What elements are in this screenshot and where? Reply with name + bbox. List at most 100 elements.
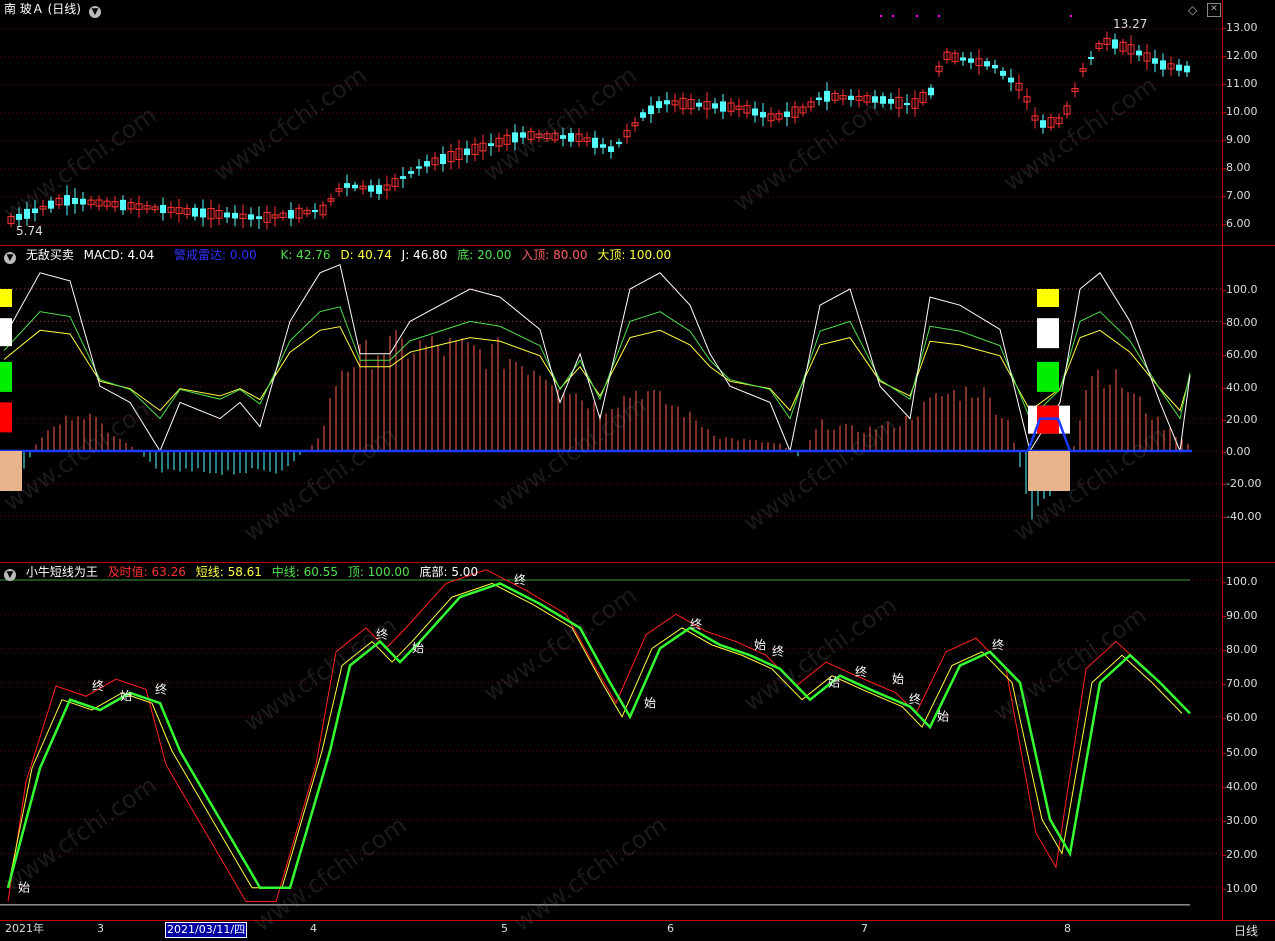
y-tick: 90.00 — [1222, 609, 1258, 622]
close-icon[interactable]: ✕ — [1207, 3, 1221, 17]
y-tick: 30.00 — [1222, 814, 1258, 827]
candle-body — [1040, 120, 1046, 128]
chevron-down-icon[interactable]: ▼ — [4, 569, 16, 581]
candle-body — [1152, 58, 1158, 64]
big-top-value: 大顶: 100.00 — [597, 248, 672, 262]
candle-body — [344, 183, 350, 188]
entry-top-value: 入顶: 80.00 — [521, 248, 588, 262]
candle-body — [968, 58, 974, 63]
base-value: 底部: 5.00 — [419, 565, 479, 579]
y-tick: -20.00 — [1221, 477, 1262, 490]
candle-body — [288, 210, 294, 219]
candle-body — [848, 95, 854, 100]
y-tick: 100.0 — [1222, 575, 1258, 588]
candle-body — [368, 185, 374, 192]
y-tick: 10.00 — [1222, 882, 1258, 895]
signal-block — [0, 289, 12, 307]
candle-body — [400, 176, 406, 179]
candle-body — [640, 112, 646, 118]
signal-mark: 终 — [376, 627, 388, 642]
candle-body — [464, 148, 470, 156]
candle-body — [824, 90, 830, 102]
signal-dot — [916, 15, 918, 17]
candle-body — [752, 108, 758, 116]
candle-body — [872, 96, 878, 103]
candle-body — [880, 96, 886, 104]
x-label-month: 8 — [1064, 922, 1071, 935]
candle-body — [24, 208, 30, 219]
price-panel-header: 南 玻Ａ (日线) ▼ — [4, 1, 107, 18]
candle-body — [1000, 70, 1006, 76]
signal-mark: 始 — [754, 638, 766, 652]
j-line — [3, 264, 1191, 453]
d-line — [3, 326, 1191, 412]
y-tick: 11.00 — [1222, 77, 1258, 90]
candle-body — [984, 61, 990, 67]
x-label-month: 7 — [861, 922, 868, 935]
period-label[interactable]: 日线 — [1234, 922, 1258, 939]
short-line-header: ▼ 小牛短线为王 及时值: 63.26 短线: 58.61 中线: 60.55 … — [4, 564, 484, 581]
candle-body — [200, 208, 206, 218]
candle-body — [960, 57, 966, 61]
x-label-month: 3 — [97, 922, 104, 935]
candle-body — [1136, 50, 1142, 56]
candle-body — [376, 185, 382, 194]
macd-value: MACD: 4.04 — [83, 248, 155, 262]
signal-block — [1037, 318, 1059, 349]
chevron-down-icon[interactable]: ▼ — [89, 6, 101, 18]
mid-line-value: 中线: 60.55 — [271, 565, 338, 579]
candle-body — [248, 214, 254, 220]
short-line-chart: 始终始 终终始终始终始 终始终 始终始终 — [0, 569, 1222, 906]
candle-body — [64, 195, 70, 206]
radar-value: 警戒雷达: 0.00 — [174, 248, 257, 262]
candle-body — [1088, 56, 1094, 60]
candle-body — [512, 132, 518, 143]
y-tick: 13.00 — [1222, 21, 1258, 34]
candle-body — [760, 111, 766, 118]
candle-body — [312, 209, 318, 213]
panel-divider — [0, 920, 1275, 921]
d-value: D: 40.74 — [340, 248, 392, 262]
macd-panel[interactable]: ▼ 无敌买卖 MACD: 4.04 警戒雷达: 0.00 K: 42.76 D:… — [0, 246, 1223, 562]
diamond-icon[interactable]: ◇ — [1188, 3, 1197, 17]
candle-body — [592, 137, 598, 148]
y-tick: 40.00 — [1222, 381, 1258, 394]
candle-body — [712, 103, 718, 109]
y-tick: 80.00 — [1222, 316, 1258, 329]
candle-body — [600, 144, 606, 148]
candle-body — [560, 135, 566, 139]
candle-body — [816, 97, 822, 101]
y-tick: 50.00 — [1222, 746, 1258, 759]
candle-body — [656, 101, 662, 109]
candle-body — [648, 105, 654, 115]
candle-body — [888, 98, 894, 104]
y-tick: 60.00 — [1222, 348, 1258, 361]
short-line — [7, 582, 1183, 889]
stock-title: 南 玻Ａ (日线) — [4, 2, 81, 16]
k-line — [3, 306, 1191, 420]
candle-body — [928, 87, 934, 96]
x-cursor-date[interactable]: 2021/03/11/四 — [165, 922, 248, 938]
candle-body — [1112, 39, 1118, 49]
candle-body — [32, 208, 38, 214]
k-value: K: 42.76 — [280, 248, 331, 262]
signal-block — [0, 451, 22, 491]
signal-mark: 终 — [92, 678, 104, 693]
short-line-panel[interactable]: 始终始终终始终始终始终始终始终始终 ▼ 小牛短线为王 及时值: 63.26 短线… — [0, 563, 1223, 920]
y-tick: 8.00 — [1222, 161, 1251, 174]
x-label-month: 4 — [310, 922, 317, 935]
signal-dot — [1070, 15, 1072, 17]
candle-body — [16, 213, 22, 220]
y-tick: 80.00 — [1222, 643, 1258, 656]
candle-body — [1176, 64, 1182, 71]
chevron-down-icon[interactable]: ▼ — [4, 252, 16, 264]
price-panel[interactable]: 南 玻Ａ (日线) ▼ 13.27 5.74 ◇ ✕ — [0, 0, 1223, 245]
signal-mark: 终 — [992, 637, 1004, 652]
signal-mark: 终 — [855, 664, 867, 679]
y-tick: 70.00 — [1222, 677, 1258, 690]
candle-body — [488, 143, 494, 146]
indicator-name: 无敌买卖 — [25, 248, 74, 262]
candlestick-chart — [0, 15, 1222, 230]
signal-dot — [880, 15, 882, 17]
macd-axis: 100.0 80.00 60.00 40.00 20.00 0.00 -20.0… — [1221, 246, 1275, 562]
